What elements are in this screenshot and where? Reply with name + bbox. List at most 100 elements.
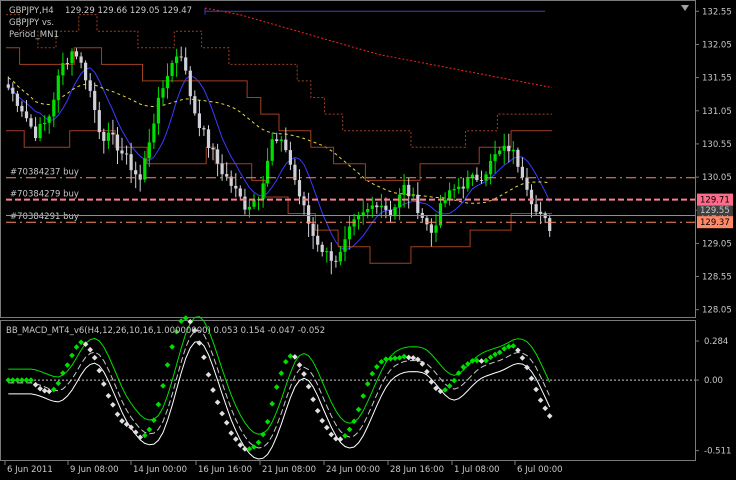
candle-bear[interactable] xyxy=(302,196,306,206)
candle-bear[interactable] xyxy=(65,63,69,65)
candle-bear[interactable] xyxy=(93,90,97,110)
candle-bull[interactable] xyxy=(489,160,493,175)
candle-bear[interactable] xyxy=(384,205,388,210)
candle-bear[interactable] xyxy=(211,148,215,150)
candle-bull[interactable] xyxy=(352,219,356,227)
candle-bull[interactable] xyxy=(279,139,283,141)
candle-bull[interactable] xyxy=(170,63,174,76)
candle-bear[interactable] xyxy=(184,57,188,71)
candle-bull[interactable] xyxy=(338,251,342,262)
candle-bear[interactable] xyxy=(34,126,38,139)
candle-bull[interactable] xyxy=(398,194,402,208)
candle-bear[interactable] xyxy=(216,149,220,164)
candle-bear[interactable] xyxy=(429,224,433,233)
candle-bear[interactable] xyxy=(316,235,320,245)
candle-bull[interactable] xyxy=(56,75,60,100)
candle-bear[interactable] xyxy=(15,93,19,106)
chart-canvas[interactable]: #70384237 buy#70384279 buy#70384291 buy … xyxy=(0,0,736,480)
candle-bear[interactable] xyxy=(284,139,288,151)
candle-bull[interactable] xyxy=(175,56,179,64)
candle-bear[interactable] xyxy=(102,132,106,141)
candle-bull[interactable] xyxy=(270,139,274,161)
candle-bear[interactable] xyxy=(11,87,15,94)
candle-bull[interactable] xyxy=(38,124,42,139)
candle-bear[interactable] xyxy=(479,180,484,181)
candle-bear[interactable] xyxy=(125,153,129,155)
candle-bull[interactable] xyxy=(52,99,56,117)
candle-bull[interactable] xyxy=(452,189,456,191)
candle-bear[interactable] xyxy=(425,217,429,225)
candle-bull[interactable] xyxy=(379,205,383,208)
candle-bear[interactable] xyxy=(525,177,529,190)
candle-bear[interactable] xyxy=(193,96,197,114)
candle-bear[interactable] xyxy=(24,111,29,119)
candle-bull[interactable] xyxy=(61,63,65,76)
candle-bull[interactable] xyxy=(161,88,165,98)
candle-bull[interactable] xyxy=(247,206,251,210)
candle-bear[interactable] xyxy=(197,113,201,128)
candle-bear[interactable] xyxy=(88,80,92,91)
candle-bear[interactable] xyxy=(202,128,206,130)
candle-bear[interactable] xyxy=(461,186,465,189)
candle-bull[interactable] xyxy=(266,160,270,184)
candle-bull[interactable] xyxy=(434,225,438,233)
candle-bull[interactable] xyxy=(43,122,47,124)
candle-bull[interactable] xyxy=(498,150,502,155)
candle-bear[interactable] xyxy=(375,205,379,208)
candle-bear[interactable] xyxy=(507,145,511,152)
candle-bull[interactable] xyxy=(261,183,265,200)
candle-bull[interactable] xyxy=(393,207,397,217)
candle-bear[interactable] xyxy=(320,244,324,252)
candle-bear[interactable] xyxy=(179,56,183,58)
candle-bear[interactable] xyxy=(288,150,292,165)
candle-bear[interactable] xyxy=(534,204,538,212)
candle-bull[interactable] xyxy=(357,215,361,220)
candle-bear[interactable] xyxy=(416,194,420,213)
candle-bear[interactable] xyxy=(79,56,83,63)
candle-bear[interactable] xyxy=(307,205,311,224)
candle-bull[interactable] xyxy=(47,116,51,123)
candle-bear[interactable] xyxy=(548,218,552,231)
candle-bear[interactable] xyxy=(539,211,543,214)
candle-bear[interactable] xyxy=(225,174,229,177)
candle-bear[interactable] xyxy=(115,134,120,151)
candle-bull[interactable] xyxy=(347,226,352,240)
candle-bear[interactable] xyxy=(238,188,242,197)
candle-bull[interactable] xyxy=(343,239,347,252)
candle-bear[interactable] xyxy=(188,70,192,97)
candle-bull[interactable] xyxy=(466,178,470,189)
candle-bull[interactable] xyxy=(493,154,497,161)
candle-bull[interactable] xyxy=(411,194,415,197)
candle-bull[interactable] xyxy=(70,51,74,64)
chart-shift-marker[interactable] xyxy=(681,5,689,11)
candle-bear[interactable] xyxy=(29,118,33,127)
candle-bear[interactable] xyxy=(111,132,115,135)
candle-bear[interactable] xyxy=(74,51,79,57)
candle-bull[interactable] xyxy=(156,97,160,124)
candle-bull[interactable] xyxy=(457,186,461,190)
candle-bear[interactable] xyxy=(84,62,88,81)
candle-bull[interactable] xyxy=(366,209,370,213)
candle-bear[interactable] xyxy=(138,174,142,180)
candle-bear[interactable] xyxy=(516,149,520,167)
candle-bear[interactable] xyxy=(120,150,124,154)
candle-bear[interactable] xyxy=(297,180,302,197)
candle-bull[interactable] xyxy=(147,142,151,159)
candle-bear[interactable] xyxy=(407,184,411,197)
candle-bear[interactable] xyxy=(334,260,338,262)
candle-bear[interactable] xyxy=(529,189,534,205)
candle-bull[interactable] xyxy=(402,184,406,195)
candle-bull[interactable] xyxy=(370,205,374,209)
candle-bear[interactable] xyxy=(20,105,24,112)
candle-bull[interactable] xyxy=(448,190,452,200)
candle-bull[interactable] xyxy=(511,149,515,152)
candle-bear[interactable] xyxy=(129,154,133,171)
candle-bear[interactable] xyxy=(6,84,10,88)
candle-bear[interactable] xyxy=(311,223,315,236)
candle-bear[interactable] xyxy=(97,110,101,133)
candle-bear[interactable] xyxy=(243,196,247,210)
candle-bear[interactable] xyxy=(234,185,238,189)
order-lines[interactable]: #70384237 buy #70384279 buy #70384291 buy xyxy=(6,168,695,223)
candle-bear[interactable] xyxy=(520,166,524,178)
candle-bull[interactable] xyxy=(502,145,506,151)
